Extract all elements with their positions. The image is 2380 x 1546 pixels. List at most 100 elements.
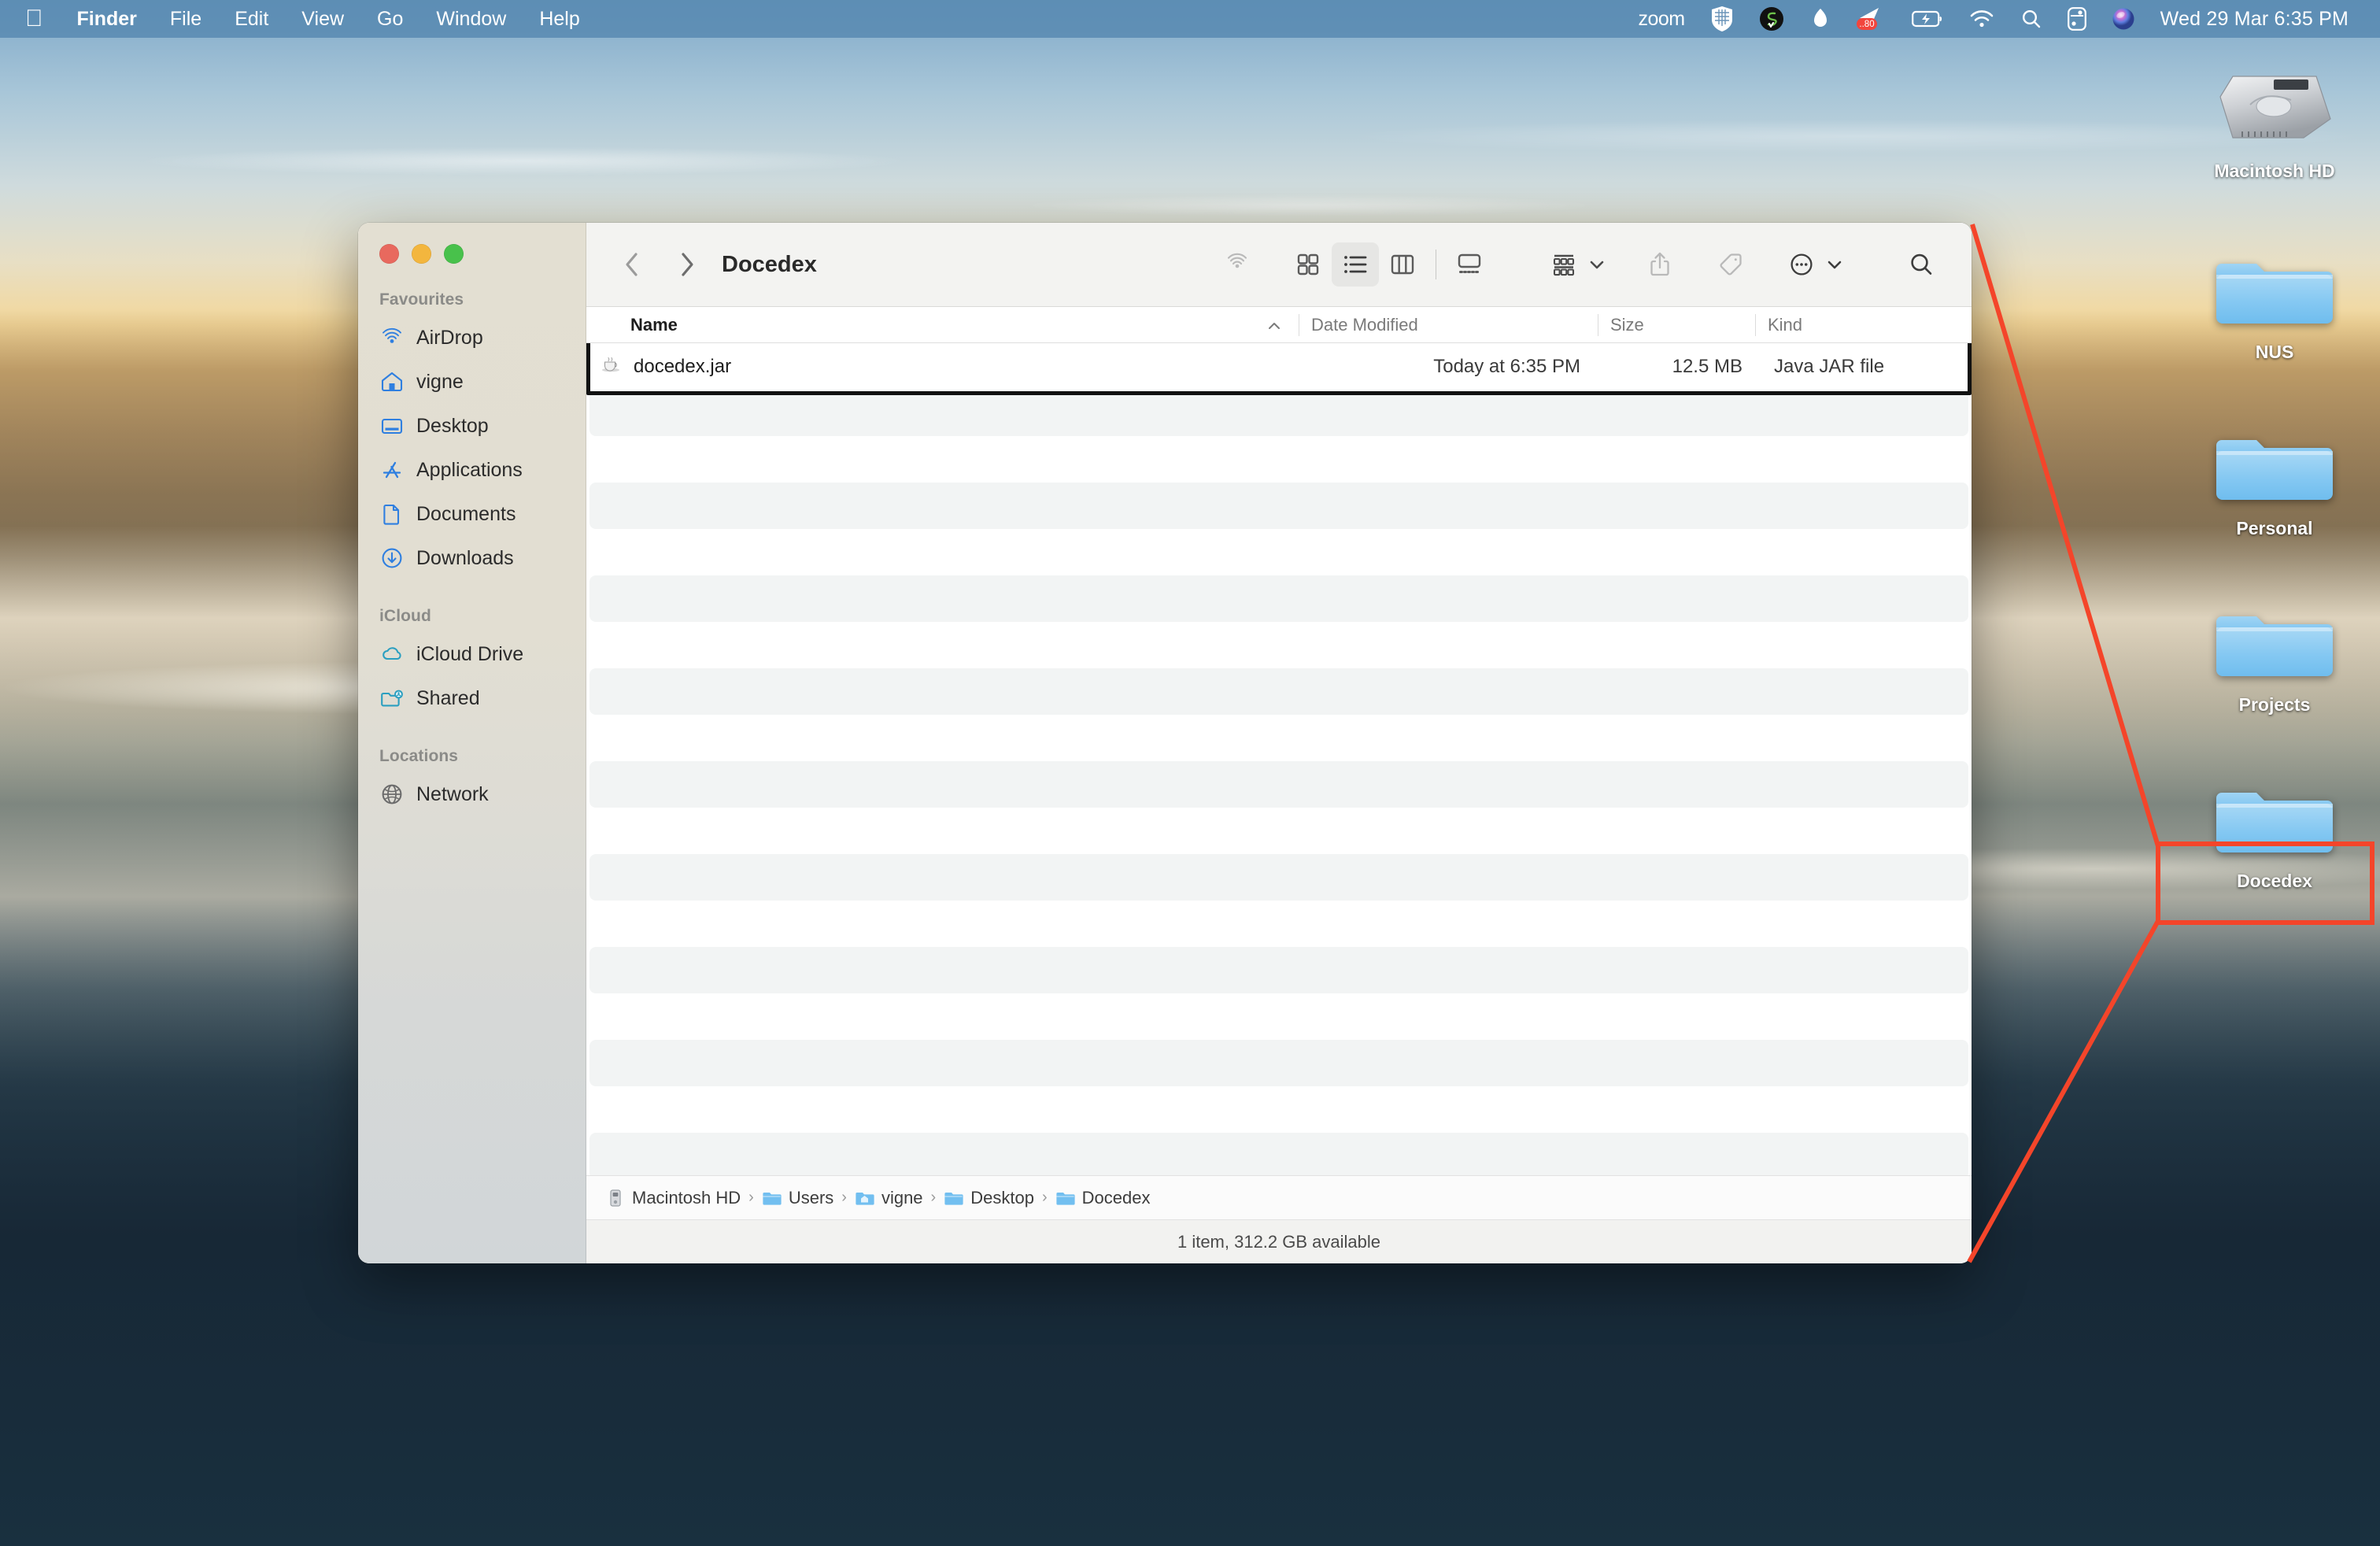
table-row[interactable]: docedex.jar Today at 6:35 PM 12.5 MB Jav… xyxy=(589,343,1968,390)
maximize-button[interactable] xyxy=(444,244,464,264)
list-view-button[interactable] xyxy=(1332,242,1379,287)
column-header-size-label: Size xyxy=(1610,314,1644,335)
apple-menu-icon[interactable]:  xyxy=(0,0,61,38)
list-item[interactable] xyxy=(589,993,1968,1040)
spring-app-icon[interactable] xyxy=(1746,0,1797,38)
breadcrumb-item[interactable]: Users xyxy=(759,1188,837,1208)
file-list[interactable]: docedex.jar Today at 6:35 PM 12.5 MB Jav… xyxy=(586,343,1972,1175)
java-jar-icon xyxy=(599,352,623,381)
breadcrumb-item[interactable]: Docedex xyxy=(1052,1188,1154,1208)
list-item[interactable] xyxy=(589,668,1968,715)
column-header-name-label: Name xyxy=(630,314,678,335)
list-item[interactable] xyxy=(589,854,1968,901)
list-item[interactable] xyxy=(589,761,1968,808)
finder-window[interactable]: Favourites AirDrop vigne Desktop Applica… xyxy=(358,223,1972,1263)
sidebar-item-label: Desktop xyxy=(416,414,489,437)
search-button[interactable] xyxy=(1898,242,1945,287)
menu-help[interactable]: Help xyxy=(523,0,596,38)
menu-edit[interactable]: Edit xyxy=(218,0,285,38)
menu-window[interactable]: Window xyxy=(419,0,523,38)
home-icon xyxy=(379,369,405,394)
paper-plane-icon[interactable]: ..80 xyxy=(1844,0,1899,38)
wifi-icon[interactable] xyxy=(1956,0,2008,38)
desktop-icon-projects[interactable]: Projects xyxy=(2204,594,2345,716)
list-item[interactable] xyxy=(589,483,1968,529)
sidebar-item-network[interactable]: Network xyxy=(358,772,586,816)
list-item[interactable] xyxy=(589,947,1968,993)
list-item[interactable] xyxy=(589,622,1968,668)
column-header-kind[interactable]: Kind xyxy=(1755,307,1972,343)
document-icon xyxy=(379,501,405,527)
airdrop-button[interactable] xyxy=(1214,242,1261,287)
sidebar-item-label: Applications xyxy=(416,458,523,481)
menu-finder[interactable]: Finder xyxy=(61,0,153,38)
list-item[interactable] xyxy=(589,1040,1968,1086)
desktop-icon-personal[interactable]: Personal xyxy=(2204,417,2345,539)
column-header-size[interactable]: Size xyxy=(1598,307,1755,343)
desktop-icon-nus[interactable]: NUS xyxy=(2204,241,2345,363)
forward-button[interactable] xyxy=(670,247,704,282)
desktop-icon-docedex[interactable]: Docedex xyxy=(2204,770,2345,892)
sidebar-item-airdrop[interactable]: AirDrop xyxy=(358,316,586,360)
tag-button[interactable] xyxy=(1707,242,1754,287)
menu-bar-right: zoom ..80 Wed 29 Mar 6:35 PM xyxy=(1626,0,2360,38)
cloud-icon xyxy=(379,642,405,667)
list-item[interactable] xyxy=(589,715,1968,761)
search-icon[interactable] xyxy=(2008,0,2055,38)
close-button[interactable] xyxy=(379,244,399,264)
breadcrumb-item[interactable]: vigne xyxy=(852,1188,926,1208)
share-button[interactable] xyxy=(1636,242,1683,287)
folder-icon xyxy=(2204,770,2345,867)
zoom-icon[interactable]: zoom xyxy=(1626,0,1698,38)
group-by-button[interactable] xyxy=(1540,242,1587,287)
icon-view-button[interactable] xyxy=(1284,242,1332,287)
battery-charging-icon[interactable] xyxy=(1899,0,1956,38)
home-folder-icon xyxy=(855,1188,875,1208)
sidebar-item-applications[interactable]: Applications xyxy=(358,448,586,492)
menu-file[interactable]: File xyxy=(153,0,218,38)
gallery-view-button[interactable] xyxy=(1446,242,1493,287)
list-item[interactable] xyxy=(589,575,1968,622)
list-item[interactable] xyxy=(589,901,1968,947)
breadcrumb-item[interactable]: Desktop xyxy=(941,1188,1037,1208)
airdrop-icon xyxy=(379,325,405,350)
column-view-button[interactable] xyxy=(1379,242,1426,287)
menu-bar-left:  FinderFileEditViewGoWindowHelp xyxy=(0,0,597,38)
menu-view[interactable]: View xyxy=(285,0,360,38)
sidebar-item-desktop[interactable]: Desktop xyxy=(358,404,586,448)
list-item[interactable] xyxy=(589,529,1968,575)
sidebar-item-icloud-drive[interactable]: iCloud Drive xyxy=(358,632,586,676)
group-by-chevron-down-icon[interactable] xyxy=(1589,259,1605,270)
more-actions-button[interactable] xyxy=(1778,242,1825,287)
menu-go[interactable]: Go xyxy=(360,0,419,38)
window-traffic-lights xyxy=(358,223,586,264)
applications-icon xyxy=(379,457,405,483)
bell-icon[interactable] xyxy=(1797,0,1844,38)
sidebar-item-vigne[interactable]: vigne xyxy=(358,360,586,404)
desktop-icon xyxy=(379,413,405,438)
list-item[interactable] xyxy=(589,1086,1968,1133)
breadcrumb-item[interactable]: Macintosh HD xyxy=(602,1188,744,1208)
file-list-column-headers: Name Date Modified Size Kind xyxy=(586,307,1972,343)
sidebar-item-shared[interactable]: Shared xyxy=(358,676,586,720)
list-item[interactable] xyxy=(589,390,1968,436)
siri-icon[interactable] xyxy=(2099,0,2148,38)
list-item[interactable] xyxy=(589,1133,1968,1175)
breadcrumb-label: Users xyxy=(788,1187,834,1208)
control-center-icon[interactable] xyxy=(2055,0,2099,38)
back-button[interactable] xyxy=(615,247,649,282)
list-item[interactable] xyxy=(589,808,1968,854)
desktop-icon-macintosh-hd[interactable]: Macintosh HD xyxy=(2204,60,2345,182)
sidebar-item-downloads[interactable]: Downloads xyxy=(358,536,586,580)
breadcrumb-separator: › xyxy=(748,1189,754,1206)
list-item[interactable] xyxy=(589,436,1968,483)
sidebar-item-documents[interactable]: Documents xyxy=(358,492,586,536)
more-actions-chevron-down-icon[interactable] xyxy=(1827,259,1842,270)
sidebar-sections: Favourites AirDrop vigne Desktop Applica… xyxy=(358,290,586,816)
column-header-date-modified[interactable]: Date Modified xyxy=(1299,307,1598,343)
column-header-name[interactable]: Name xyxy=(586,307,1299,343)
grid-app-icon[interactable] xyxy=(1698,0,1746,38)
menu-clock[interactable]: Wed 29 Mar 6:35 PM xyxy=(2148,0,2360,38)
minimize-button[interactable] xyxy=(412,244,431,264)
finder-toolbar: Docedex xyxy=(586,223,1972,307)
